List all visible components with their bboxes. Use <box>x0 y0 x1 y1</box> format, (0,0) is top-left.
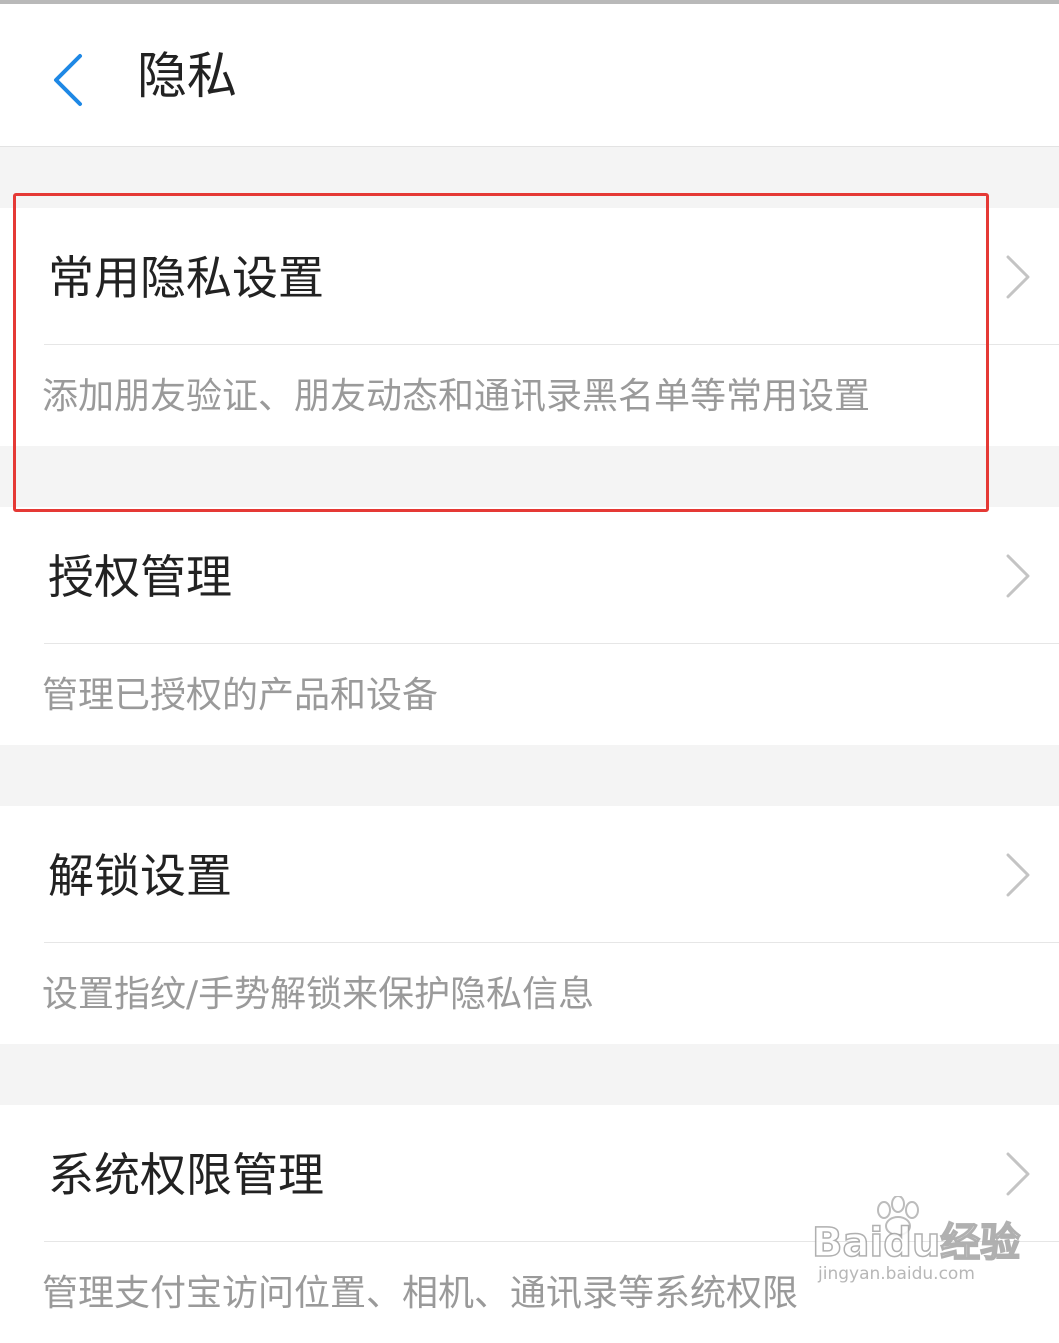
section-description: 添加朋友验证、朋友动态和通讯录黑名单等常用设置 <box>42 376 871 417</box>
authorization-management-row[interactable]: 授权管理 <box>0 507 1059 644</box>
section-title: 系统权限管理 <box>48 1148 324 1202</box>
section-common-privacy: 常用隐私设置 添加朋友验证、朋友动态和通讯录黑名单等常用设置 <box>0 208 1059 446</box>
divider <box>44 643 1059 644</box>
section-unlock: 解锁设置 设置指纹/手势解锁来保护隐私信息 <box>0 806 1059 1044</box>
chevron-left-icon <box>54 54 82 106</box>
section-description: 管理已授权的产品和设备 <box>42 675 439 716</box>
section-title: 常用隐私设置 <box>48 251 324 305</box>
section-title: 授权管理 <box>48 550 232 604</box>
chevron-right-icon <box>1000 253 1036 301</box>
section-description: 设置指纹/手势解锁来保护隐私信息 <box>42 974 595 1015</box>
system-permissions-row[interactable]: 系统权限管理 <box>0 1105 1059 1242</box>
page-title: 隐私 <box>137 47 237 105</box>
divider <box>44 344 1059 345</box>
section-description: 管理支付宝访问位置、相机、通讯录等系统权限 <box>42 1273 799 1314</box>
section-system-permissions: 系统权限管理 管理支付宝访问位置、相机、通讯录等系统权限 <box>0 1105 1059 1343</box>
common-privacy-settings-row[interactable]: 常用隐私设置 <box>0 208 1059 345</box>
section-title: 解锁设置 <box>48 849 232 903</box>
back-button[interactable] <box>40 44 100 108</box>
divider <box>44 942 1059 943</box>
chevron-right-icon <box>1000 851 1036 899</box>
chevron-right-icon <box>1000 552 1036 600</box>
divider <box>44 1241 1059 1242</box>
section-authorization: 授权管理 管理已授权的产品和设备 <box>0 507 1059 745</box>
chevron-right-icon <box>1000 1150 1036 1198</box>
top-bar: 隐私 <box>0 4 1059 147</box>
unlock-settings-row[interactable]: 解锁设置 <box>0 806 1059 943</box>
